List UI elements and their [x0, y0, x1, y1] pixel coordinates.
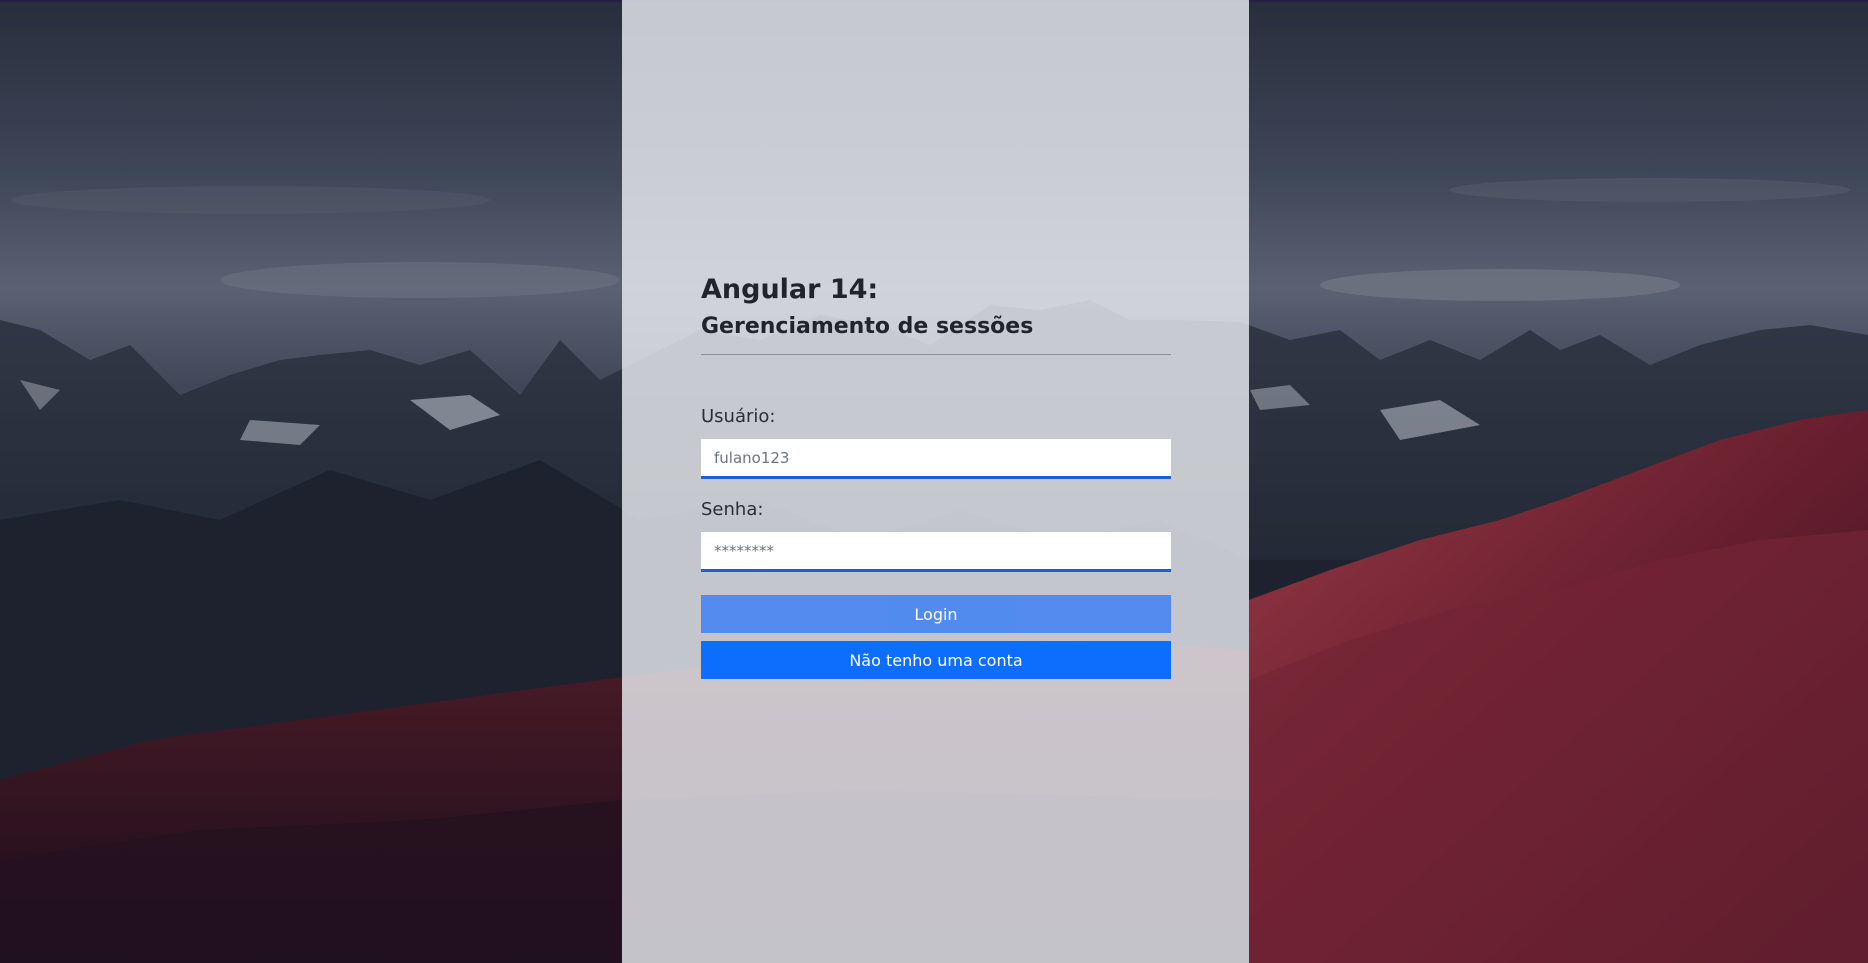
login-panel: Angular 14: Gerenciamento de sessões Usu…	[622, 0, 1249, 963]
page-title: Angular 14:	[701, 274, 879, 305]
divider	[701, 354, 1171, 355]
login-form: Angular 14: Gerenciamento de sessões Usu…	[701, 272, 1171, 679]
username-input[interactable]	[701, 439, 1171, 479]
password-label: Senha:	[701, 499, 764, 520]
no-account-button[interactable]: Não tenho uma conta	[701, 641, 1171, 679]
password-input[interactable]	[701, 532, 1171, 572]
login-button[interactable]: Login	[701, 595, 1171, 633]
username-label: Usuário:	[701, 406, 776, 427]
page-subtitle: Gerenciamento de sessões	[701, 314, 1034, 339]
